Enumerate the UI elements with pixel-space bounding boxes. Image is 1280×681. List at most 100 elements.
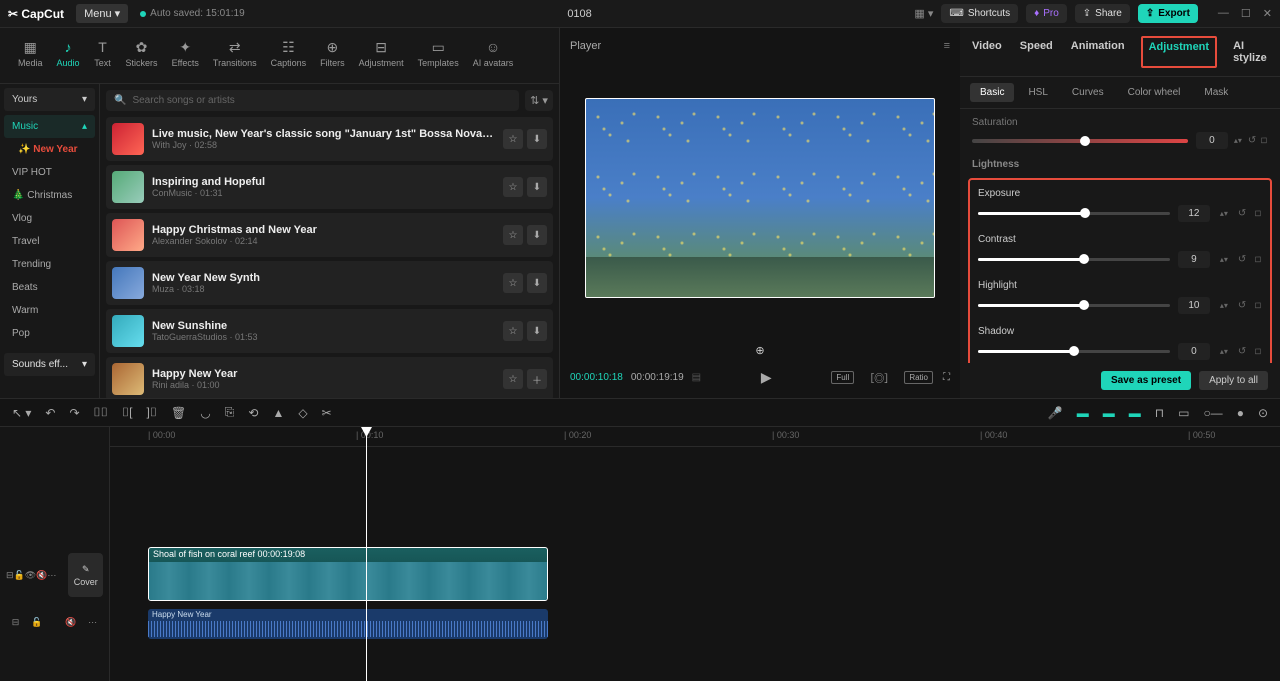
stepper-icon[interactable]: ▴▾ [1218, 209, 1230, 218]
zoom-out-icon[interactable]: ○— [1203, 406, 1222, 420]
slider-value[interactable]: 10 [1178, 297, 1210, 314]
keyframe-icon[interactable]: ◇ [1252, 207, 1265, 220]
track-toggle-1[interactable]: ▬ [1077, 406, 1089, 420]
slider-value[interactable]: 12 [1178, 205, 1210, 222]
search-input[interactable]: 🔍Search songs or artists [106, 90, 519, 111]
keyframe-icon[interactable]: ◇ [1258, 134, 1271, 147]
layout-icon[interactable]: ▦ ▾ [914, 7, 933, 20]
favorite-icon[interactable]: ☆ [503, 273, 523, 293]
adj-tab-animation[interactable]: Animation [1069, 36, 1127, 68]
add-icon[interactable]: ⬇ [527, 129, 547, 149]
magnet-icon[interactable]: ⊓ [1155, 406, 1164, 420]
stepper-icon[interactable]: ▴▾ [1218, 255, 1230, 264]
favorite-icon[interactable]: ☆ [503, 321, 523, 341]
crop-tool-icon[interactable]: ✂ [322, 406, 332, 420]
keyframe-icon[interactable]: ◇ [1252, 345, 1265, 358]
tool-tab-audio[interactable]: ♪Audio [51, 34, 86, 77]
more-icon[interactable]: ⋯ [88, 617, 97, 628]
stepper-icon[interactable]: ▴▾ [1232, 136, 1244, 145]
sub-tab-basic[interactable]: Basic [970, 83, 1014, 102]
tool-tab-templates[interactable]: ▭Templates [412, 34, 465, 77]
keyframe-icon[interactable]: ◇ [1252, 253, 1265, 266]
stepper-icon[interactable]: ▴▾ [1218, 347, 1230, 356]
reset-icon[interactable]: ↺ [1248, 135, 1256, 146]
cover-button[interactable]: ✎Cover [68, 553, 103, 597]
split-right-icon[interactable]: ]⌷ [147, 405, 158, 420]
slider-track[interactable] [978, 212, 1170, 215]
track-item[interactable]: Inspiring and HopefulConMusic · 01:31☆⬇ [106, 165, 553, 209]
cat-music[interactable]: Music▴ [4, 115, 95, 138]
tool-tab-media[interactable]: ▦Media [12, 34, 49, 77]
playhead[interactable] [366, 427, 367, 681]
lock-icon[interactable]: 🔓 [31, 617, 42, 628]
rotate-icon[interactable]: ◇ [298, 406, 307, 420]
adj-tab-adjustment[interactable]: Adjustment [1141, 36, 1218, 68]
slider-track[interactable] [978, 258, 1170, 261]
add-icon[interactable]: ⬇ [527, 273, 547, 293]
timeline-ruler[interactable]: | 00:00| 00:10| 00:20| 00:30| 00:40| 00:… [110, 427, 1280, 447]
tool-tab-captions[interactable]: ☷Captions [265, 34, 313, 77]
cat-warm[interactable]: Warm [4, 299, 95, 322]
play-button[interactable]: ▶ [761, 369, 772, 386]
tool-tab-transitions[interactable]: ⇄Transitions [207, 34, 263, 77]
keyframe-icon[interactable]: ◇ [1252, 299, 1265, 312]
filter-button[interactable]: ⇅ ▾ [525, 90, 553, 111]
favorite-icon[interactable]: ☆ [503, 177, 523, 197]
track-item[interactable]: New Year New SynthMuza · 03:18☆⬇ [106, 261, 553, 305]
split-left-icon[interactable]: ⌷[ [122, 405, 133, 420]
audio-clip[interactable]: Happy New Year [148, 609, 548, 639]
view-control-icon[interactable]: ⊕ [570, 338, 950, 363]
tool-tab-effects[interactable]: ✦Effects [166, 34, 205, 77]
slider-value[interactable]: 9 [1178, 251, 1210, 268]
reset-icon[interactable]: ↺ [1238, 300, 1246, 311]
adj-tab-speed[interactable]: Speed [1018, 36, 1055, 68]
favorite-icon[interactable]: ☆ [503, 369, 523, 389]
shortcuts-button[interactable]: ⌨ Shortcuts [941, 4, 1018, 23]
more-icon[interactable]: ⋯ [47, 570, 56, 581]
apply-all-button[interactable]: Apply to all [1199, 371, 1268, 390]
preview-icon[interactable]: ▭ [1178, 406, 1189, 420]
cat-pop[interactable]: Pop [4, 322, 95, 345]
reset-icon[interactable]: ↺ [1238, 346, 1246, 357]
collapse-icon[interactable]: ⊟ [6, 570, 14, 581]
lock-icon[interactable]: 🔓 [14, 570, 25, 581]
cat-new-year[interactable]: ✨ New Year [4, 138, 95, 161]
redo-icon[interactable]: ↷ [69, 406, 79, 420]
slider-track[interactable] [978, 350, 1170, 353]
close-icon[interactable]: ✕ [1263, 7, 1272, 20]
tool-tab-stickers[interactable]: ✿Stickers [120, 34, 164, 77]
player-menu-icon[interactable]: ≡ [944, 40, 950, 52]
sounds-button[interactable]: Sounds eff...▾ [4, 353, 95, 376]
minimize-icon[interactable]: — [1218, 7, 1229, 20]
track-item[interactable]: New SunshineTatoGuerraStudios · 01:53☆⬇ [106, 309, 553, 353]
ratio-button[interactable]: Ratio [904, 371, 933, 384]
cat-vip-hot[interactable]: VIP HOT [4, 161, 95, 184]
eye-icon[interactable]: 👁 [25, 570, 36, 581]
zoom-fit-icon[interactable]: ⊙ [1258, 406, 1268, 420]
marker-icon[interactable]: ◡ [200, 406, 210, 420]
video-clip[interactable]: Shoal of fish on coral reef 00:00:19:08 [148, 547, 548, 601]
mirror-icon[interactable]: ▲ [272, 406, 284, 420]
track-item[interactable]: Happy Christmas and New YearAlexander So… [106, 213, 553, 257]
list-icon[interactable]: ▤ [692, 372, 701, 383]
tool-tab-ai avatars[interactable]: ☺AI avatars [467, 34, 520, 77]
cat-beats[interactable]: Beats [4, 276, 95, 299]
menu-button[interactable]: Menu ▾ [76, 4, 128, 23]
collapse-icon[interactable]: ⊟ [12, 617, 20, 628]
favorite-icon[interactable]: ☆ [503, 225, 523, 245]
track-item[interactable]: Live music, New Year's classic song "Jan… [106, 117, 553, 161]
tool-tab-text[interactable]: TText [88, 34, 118, 77]
saturation-value[interactable]: 0 [1196, 132, 1228, 149]
save-preset-button[interactable]: Save as preset [1101, 371, 1191, 390]
maximize-icon[interactable]: ☐ [1241, 7, 1251, 20]
stepper-icon[interactable]: ▴▾ [1218, 301, 1230, 310]
sub-tab-mask[interactable]: Mask [1194, 83, 1238, 102]
crop-icon[interactable]: ［◎］ [864, 370, 894, 385]
add-icon[interactable]: ⬇ [527, 321, 547, 341]
full-button[interactable]: Full [831, 371, 854, 384]
reset-icon[interactable]: ↺ [1238, 208, 1246, 219]
timeline-tracks[interactable]: | 00:00| 00:10| 00:20| 00:30| 00:40| 00:… [110, 427, 1280, 681]
add-icon[interactable]: ⬇ [527, 177, 547, 197]
sub-tab-curves[interactable]: Curves [1062, 83, 1114, 102]
favorite-icon[interactable]: ☆ [503, 129, 523, 149]
